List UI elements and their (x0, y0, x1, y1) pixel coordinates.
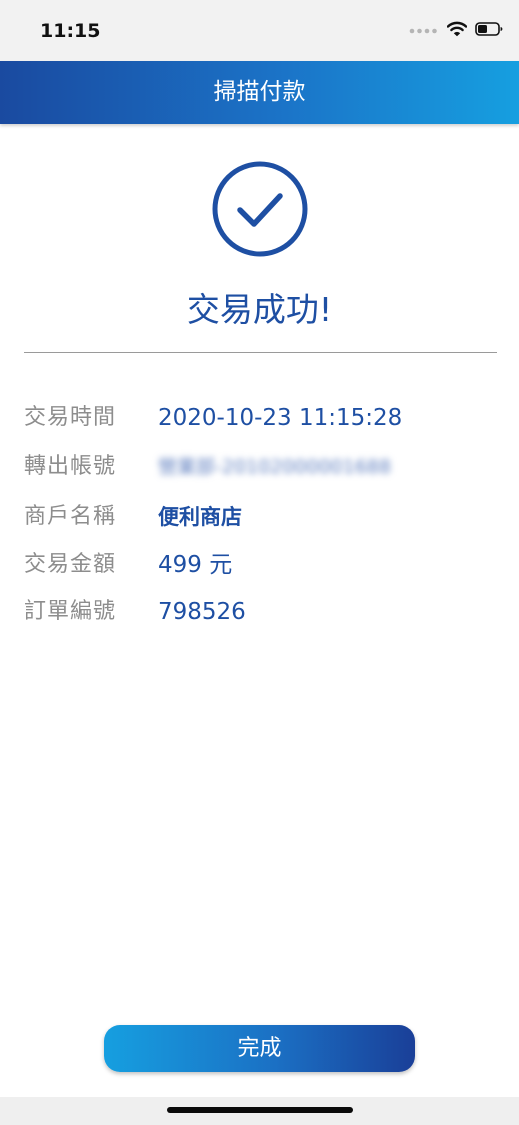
merchant-name: 便利商店 (158, 505, 242, 529)
transaction-time: 2020-10-23 11:15:28 (158, 405, 403, 431)
detail-row-account: 轉出帳號 營業部-20102000001688 (24, 447, 504, 487)
status-bar: 11:15 (0, 0, 519, 61)
home-indicator[interactable] (167, 1107, 353, 1113)
detail-row-time: 交易時間 2020-10-23 11:15:28 (24, 398, 504, 438)
detail-row-merchant: 商戶名稱 便利商店 (24, 497, 504, 537)
status-icons (409, 20, 503, 42)
app-header: 掃描付款 (0, 61, 519, 124)
divider (24, 352, 497, 353)
battery-icon (475, 21, 503, 41)
signal-dots-icon (409, 22, 439, 40)
detail-row-order: 訂單編號 798526 (24, 592, 504, 632)
wifi-icon (446, 21, 468, 42)
order-number: 798526 (158, 599, 246, 625)
detail-label: 轉出帳號 (24, 454, 117, 479)
transaction-amount: 499 元 (158, 552, 233, 578)
detail-label: 交易時間 (24, 405, 117, 430)
success-message: 交易成功! (186, 290, 333, 329)
check-circle-icon (210, 159, 310, 259)
detail-label: 商戶名稱 (24, 504, 117, 529)
detail-label: 訂單編號 (24, 599, 117, 624)
status-time: 11:15 (40, 20, 101, 42)
detail-row-amount: 交易金額 499 元 (24, 545, 504, 585)
page-title: 掃描付款 (213, 79, 306, 105)
bottom-bar (0, 1097, 519, 1125)
done-button[interactable]: 完成 (104, 1025, 415, 1072)
source-account: 營業部-20102000001688 (158, 456, 392, 478)
detail-label: 交易金額 (24, 552, 117, 577)
